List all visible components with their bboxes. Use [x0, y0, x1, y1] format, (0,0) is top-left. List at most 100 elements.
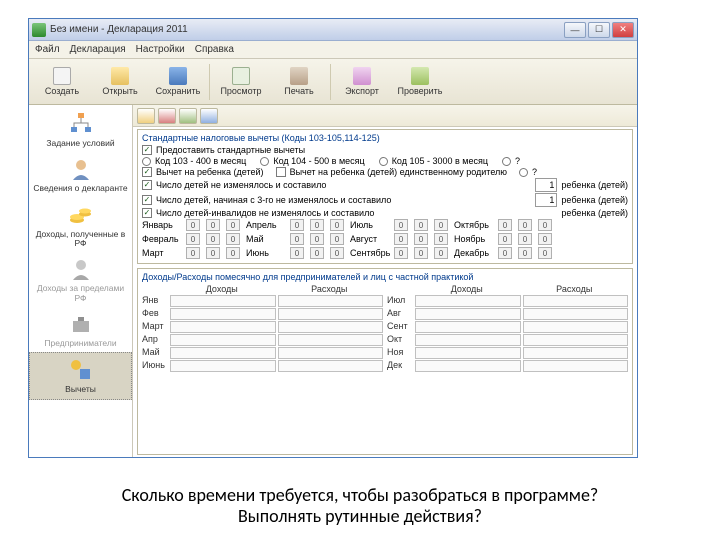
month-value[interactable]: 0 [414, 247, 428, 259]
month-value[interactable]: 0 [290, 219, 304, 231]
rb-103[interactable] [142, 157, 151, 166]
month-value[interactable]: 0 [434, 233, 448, 245]
cell-income[interactable] [415, 321, 521, 333]
month-value[interactable]: 0 [290, 247, 304, 259]
cell-income[interactable] [170, 360, 276, 372]
cb-child[interactable] [142, 167, 152, 177]
month-value[interactable]: 0 [226, 247, 240, 259]
month-value[interactable]: 0 [226, 219, 240, 231]
spn-n1[interactable]: 1 [535, 178, 557, 192]
cell-income[interactable] [415, 295, 521, 307]
minimize-button[interactable]: — [564, 22, 586, 38]
month-value[interactable]: 0 [330, 247, 344, 259]
month-value[interactable]: 0 [414, 233, 428, 245]
month-value[interactable]: 0 [538, 233, 552, 245]
cb-grant[interactable] [142, 145, 152, 155]
tb-print[interactable]: Печать [270, 61, 328, 103]
month-value[interactable]: 0 [394, 247, 408, 259]
rb-q[interactable] [502, 157, 511, 166]
rb-104[interactable] [260, 157, 269, 166]
tb-save[interactable]: Сохранить [149, 61, 207, 103]
month-value[interactable]: 0 [434, 247, 448, 259]
month-value[interactable]: 0 [518, 219, 532, 231]
month-value[interactable]: 0 [330, 219, 344, 231]
cell-income[interactable] [415, 334, 521, 346]
month-value[interactable]: 0 [498, 247, 512, 259]
cell-income[interactable] [415, 308, 521, 320]
month-value[interactable]: 0 [498, 219, 512, 231]
panel-btn-1[interactable] [137, 108, 155, 124]
rb-105[interactable] [379, 157, 388, 166]
month-value[interactable]: 0 [394, 233, 408, 245]
sidebar-item-income-foreign[interactable]: Доходы за пределами РФ [29, 252, 132, 307]
cell-expense[interactable] [523, 295, 629, 307]
cell-expense[interactable] [523, 308, 629, 320]
sidebar-item-declarant[interactable]: Сведения о декларанте [29, 152, 132, 197]
cell-expense[interactable] [278, 308, 384, 320]
cell-income[interactable] [170, 295, 276, 307]
sidebar-item-deductions[interactable]: Вычеты [29, 352, 132, 399]
cell-expense[interactable] [523, 347, 629, 359]
month-value[interactable]: 0 [186, 219, 200, 231]
sidebar-item-entrepreneurs[interactable]: Предприниматели [29, 307, 132, 352]
month-value[interactable]: 0 [310, 247, 324, 259]
cell-income[interactable] [415, 360, 521, 372]
sidebar-item-income-rf[interactable]: Доходы, полученные в РФ [29, 198, 132, 253]
cb-n1[interactable] [142, 180, 152, 190]
month-value[interactable]: 0 [518, 247, 532, 259]
month-value[interactable]: 0 [206, 219, 220, 231]
cell-expense[interactable] [523, 334, 629, 346]
month-value[interactable]: 0 [434, 219, 448, 231]
month-value[interactable]: 0 [518, 233, 532, 245]
tb-export[interactable]: Экспорт [333, 61, 391, 103]
month-value[interactable]: 0 [226, 233, 240, 245]
month-value[interactable]: 0 [498, 233, 512, 245]
tb-check[interactable]: Проверить [391, 61, 449, 103]
cell-income[interactable] [170, 308, 276, 320]
cb-n3[interactable] [142, 208, 152, 218]
month-value[interactable]: 0 [206, 247, 220, 259]
cell-income[interactable] [415, 347, 521, 359]
month-value[interactable]: 0 [206, 233, 220, 245]
panel-btn-2[interactable] [158, 108, 176, 124]
tb-preview[interactable]: Просмотр [212, 61, 270, 103]
month-value[interactable]: 0 [330, 233, 344, 245]
menu-file[interactable]: Файл [35, 44, 60, 55]
cb-child-single[interactable] [276, 167, 286, 177]
sidebar-item-conditions[interactable]: Задание условий [29, 107, 132, 152]
panel-btn-4[interactable] [200, 108, 218, 124]
month-value[interactable]: 0 [186, 247, 200, 259]
cell-expense[interactable] [278, 321, 384, 333]
cell-expense[interactable] [278, 334, 384, 346]
month-value[interactable]: 0 [186, 233, 200, 245]
month-value[interactable]: 0 [538, 219, 552, 231]
coins-icon [68, 202, 94, 228]
cell-income[interactable] [170, 334, 276, 346]
tb-open[interactable]: Открыть [91, 61, 149, 103]
month-value[interactable]: 0 [290, 233, 304, 245]
cell-income[interactable] [170, 321, 276, 333]
month-label: Октябрь [454, 220, 494, 230]
menu-help[interactable]: Справка [195, 44, 234, 55]
panel-btn-3[interactable] [179, 108, 197, 124]
cell-expense[interactable] [278, 295, 384, 307]
cell-income[interactable] [170, 347, 276, 359]
menu-settings[interactable]: Настройки [136, 44, 185, 55]
tb-new[interactable]: Создать [33, 61, 91, 103]
spn-n2[interactable]: 1 [535, 193, 557, 207]
close-button[interactable]: ✕ [612, 22, 634, 38]
cell-expense[interactable] [278, 360, 384, 372]
cell-expense[interactable] [523, 321, 629, 333]
cb-n2[interactable] [142, 195, 152, 205]
month-value[interactable]: 0 [394, 219, 408, 231]
month-value[interactable]: 0 [310, 233, 324, 245]
month-value[interactable]: 0 [414, 219, 428, 231]
menu-declaration[interactable]: Декларация [70, 44, 126, 55]
month-value[interactable]: 0 [538, 247, 552, 259]
month-value[interactable]: 0 [310, 219, 324, 231]
cell-expense[interactable] [523, 360, 629, 372]
rb-q2[interactable] [519, 168, 528, 177]
cell-expense[interactable] [278, 347, 384, 359]
sidebar: Задание условий Сведения о декларанте До… [29, 105, 133, 457]
maximize-button[interactable]: ☐ [588, 22, 610, 38]
